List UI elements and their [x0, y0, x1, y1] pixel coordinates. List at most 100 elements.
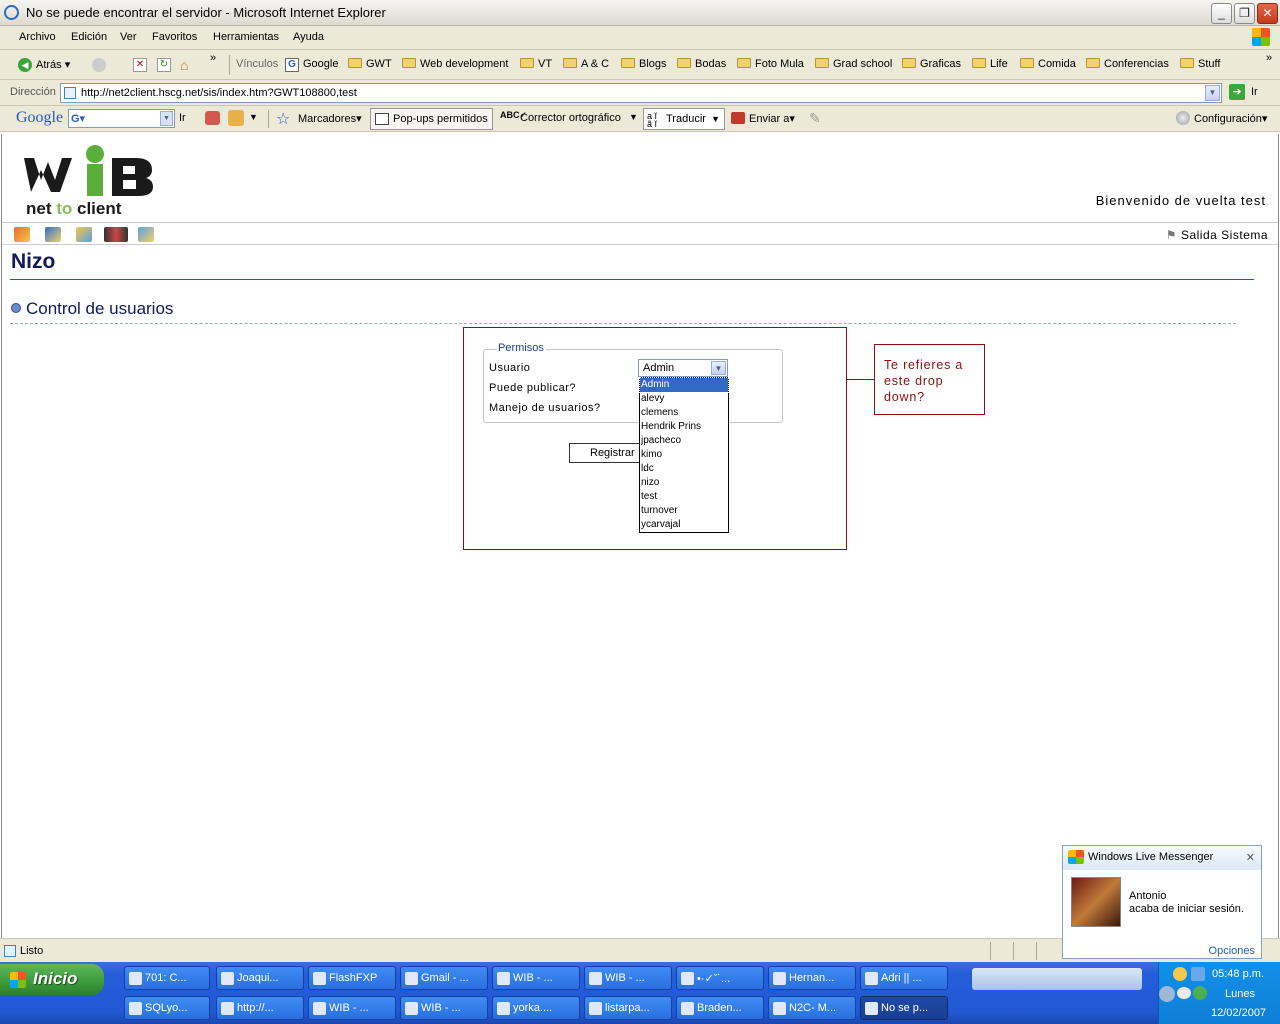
link-vt[interactable]: VT [520, 58, 552, 70]
taskbar-item[interactable]: WIB - ... [308, 996, 396, 1020]
link-life[interactable]: Life [972, 58, 1008, 70]
highlighter-icon[interactable]: ✎ [809, 110, 821, 127]
google-search-input[interactable]: G▾ ▼ [68, 109, 175, 128]
clock-time[interactable]: 05:48 p.m. [1212, 968, 1264, 980]
menu-ver[interactable]: Ver [120, 31, 137, 43]
news-dropdown-icon[interactable]: ▼ [249, 112, 258, 122]
link-comida[interactable]: Comida [1020, 58, 1076, 70]
taskbar-item-active[interactable]: No se p... [860, 996, 948, 1020]
menu-ayuda[interactable]: Ayuda [293, 31, 324, 43]
link-grad-school[interactable]: Grad school [815, 58, 892, 70]
user-option[interactable]: ycarvajal [640, 518, 728, 532]
edit-nav-icon[interactable] [76, 227, 92, 242]
address-input[interactable]: http://net2client.hscg.net/sis/index.htm… [60, 83, 1222, 103]
link-foto-mula[interactable]: Foto Mula [737, 58, 804, 70]
chevron-down-icon[interactable]: ▼ [160, 111, 173, 126]
media-player-toolbar[interactable] [972, 968, 1142, 990]
settings-button[interactable]: Configuración▾ [1194, 112, 1267, 125]
link-gwt[interactable]: GWT [348, 58, 392, 70]
user-option[interactable]: test [640, 490, 728, 504]
link-conferencias[interactable]: Conferencias [1086, 58, 1169, 70]
taskbar-item[interactable]: 701: C... [124, 966, 210, 990]
menu-archivo[interactable]: Archivo [19, 31, 56, 43]
home-nav-icon[interactable] [14, 227, 30, 242]
go-arrow-icon[interactable]: ➔ [1229, 84, 1245, 100]
user-option[interactable]: alevy [640, 392, 728, 406]
close-button[interactable]: ✕ [1257, 3, 1278, 24]
tray-expand-icon[interactable] [1159, 986, 1175, 1002]
taskbar-item[interactable]: listarpa... [584, 996, 672, 1020]
taskbar-item[interactable]: WIB - ... [492, 966, 580, 990]
taskbar-item[interactable]: Hernan... [768, 966, 856, 990]
news-icon[interactable] [228, 110, 244, 126]
taskbar-item[interactable]: FlashFXP [308, 966, 396, 990]
taskbar-item[interactable]: http://... [216, 996, 304, 1020]
link-graficas[interactable]: Graficas [902, 58, 961, 70]
users-nav-icon[interactable] [104, 227, 128, 242]
taskbar-item[interactable]: WIB - ... [400, 996, 488, 1020]
user-option[interactable]: nizo [640, 476, 728, 490]
links-overflow[interactable]: » [1266, 52, 1272, 64]
user-option[interactable]: clemens [640, 406, 728, 420]
minimize-button[interactable]: _ [1211, 3, 1232, 24]
user-dropdown-list[interactable]: Admin alevy clemens Hendrik Prins jpache… [639, 377, 729, 533]
settings-nav-icon[interactable] [138, 227, 154, 242]
user-option[interactable]: Hendrik Prins [640, 420, 728, 434]
task-label: Hernan... [789, 972, 835, 984]
popup-blocker-button[interactable]: Pop-ups permitidos [370, 108, 493, 130]
taskbar-item[interactable]: •·✓ˇ˙... [676, 966, 764, 990]
forward-button[interactable] [92, 58, 106, 72]
go-button[interactable]: Ir [1251, 86, 1258, 98]
messenger-tray-icon[interactable] [1193, 986, 1207, 1000]
user-option[interactable]: turnover [640, 504, 728, 518]
messenger-options-link[interactable]: Opciones [1209, 945, 1255, 957]
chevron-down-icon[interactable]: ▼ [711, 361, 726, 375]
send-to-button[interactable]: Enviar a▾ [749, 112, 795, 125]
logout-link[interactable]: ⚑ Salida Sistema [1166, 228, 1268, 242]
link-stuff[interactable]: Stuff [1180, 58, 1220, 70]
google-go-button[interactable]: Ir [179, 112, 186, 124]
link-bodas[interactable]: Bodas [677, 58, 726, 70]
link-web-development[interactable]: Web development [402, 58, 508, 70]
start-button[interactable]: Inicio [0, 964, 104, 995]
address-dropdown-arrow-icon[interactable]: ▼ [1205, 85, 1220, 101]
user-select[interactable]: Admin ▼ [638, 359, 728, 377]
back-button[interactable]: ◀ Atrás ▾ [18, 58, 70, 72]
taskbar-item[interactable]: SQLyo... [124, 996, 210, 1020]
link-a-c[interactable]: A & C [563, 58, 609, 70]
taskbar-item[interactable]: WIB - ... [584, 966, 672, 990]
stop-button[interactable]: ✕ [133, 58, 147, 72]
taskbar-item[interactable]: Braden... [676, 996, 764, 1020]
popup-icon [375, 113, 389, 125]
bookmarks-button[interactable]: Marcadores▾ [298, 112, 362, 125]
messenger-close-button[interactable]: ✕ [1246, 851, 1255, 864]
translate-button[interactable]: a ĭã ĭ Traducir ▼ [643, 108, 725, 130]
maximize-button[interactable]: ❐ [1234, 3, 1255, 24]
menu-edicion[interactable]: Edición [71, 31, 107, 43]
user-option[interactable]: jpacheco [640, 434, 728, 448]
security-shield-icon[interactable] [1173, 967, 1187, 981]
calendar-nav-icon[interactable] [45, 227, 61, 242]
taskbar-item[interactable]: Gmail - ... [400, 966, 488, 990]
home-button[interactable]: ⌂ [180, 57, 188, 73]
refresh-button[interactable]: ↻ [157, 58, 171, 72]
user-option[interactable]: kimo [640, 448, 728, 462]
taskbar-item[interactable]: yorka.... [492, 996, 580, 1020]
spellcheck-button[interactable]: Corrector ortográfico [520, 112, 621, 124]
user-option[interactable]: Admin [639, 377, 729, 393]
menu-favoritos[interactable]: Favoritos [152, 31, 197, 43]
taskbar-item[interactable]: Adri || ... [860, 966, 948, 990]
register-button[interactable]: Registrar [569, 443, 641, 463]
spellcheck-dropdown-icon[interactable]: ▼ [629, 112, 638, 122]
chat-bubble-icon[interactable] [1177, 987, 1191, 999]
messenger-notification[interactable]: Windows Live Messenger ✕ Antonio acaba d… [1062, 845, 1262, 959]
pagerank-icon[interactable] [205, 111, 220, 125]
taskbar-item[interactable]: Joaqui... [216, 966, 304, 990]
link-google[interactable]: G Google [285, 58, 338, 72]
toolbar-overflow[interactable]: » [210, 52, 216, 64]
link-blogs[interactable]: Blogs [621, 58, 667, 70]
network-icon[interactable] [1191, 967, 1205, 981]
user-option[interactable]: ldc [640, 462, 728, 476]
menu-herramientas[interactable]: Herramientas [213, 31, 279, 43]
taskbar-item[interactable]: N2C- M... [768, 996, 856, 1020]
